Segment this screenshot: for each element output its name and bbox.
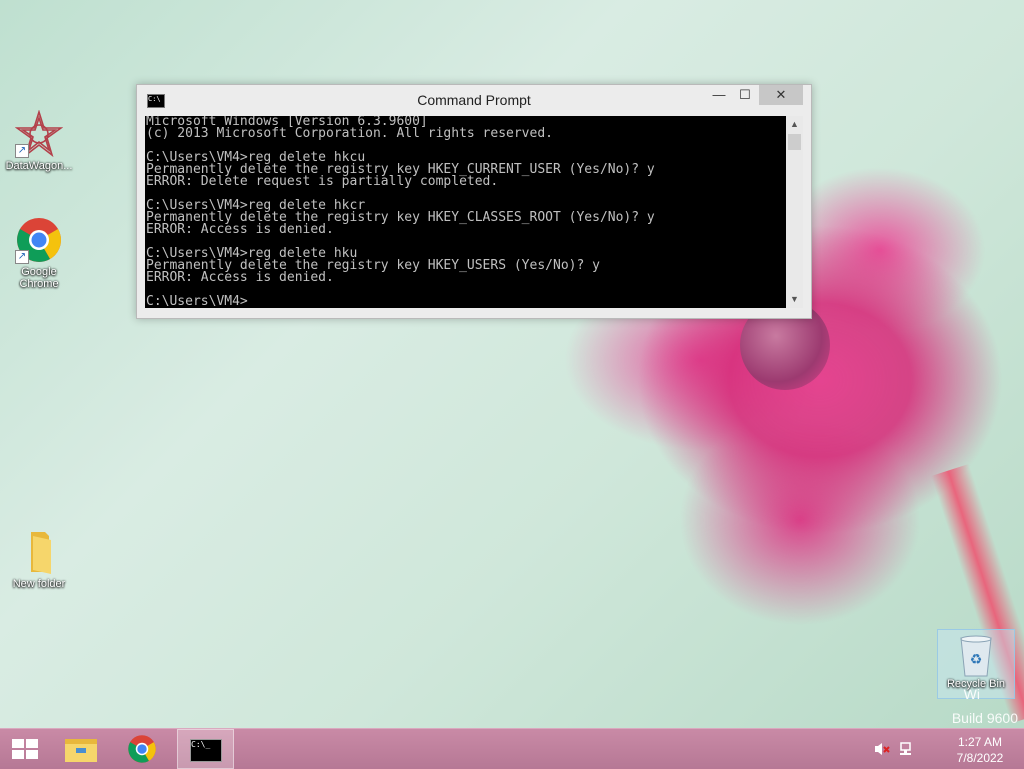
datawagon-icon: ↗ <box>14 109 64 158</box>
shortcut-arrow-icon: ↗ <box>15 144 29 158</box>
clock-date: 7/8/2022 <box>956 751 1004 765</box>
taskbar-file-explorer[interactable] <box>54 729 108 769</box>
recycle-bin-icon: ♻ <box>956 634 996 678</box>
scroll-thumb[interactable] <box>788 134 801 150</box>
desktop-icon-chrome[interactable]: ↗ Google Chrome <box>1 216 77 290</box>
console-line: ERROR: Access is denied. <box>146 270 334 285</box>
command-prompt-window[interactable]: C:\ Command Prompt — ☐ ✕ Microsoft Windo… <box>136 84 812 319</box>
taskbar-chrome[interactable] <box>116 729 170 769</box>
scroll-up-icon[interactable]: ▲ <box>786 116 803 133</box>
desktop-icon-label: Google Chrome <box>19 266 59 290</box>
console-scrollbar[interactable]: ▲ ▼ <box>786 116 803 308</box>
console-line: ERROR: Delete request is partially compl… <box>146 174 499 189</box>
desktop-icon-label: DataWagon... <box>5 160 73 172</box>
scroll-down-icon[interactable]: ▼ <box>786 291 803 308</box>
watermark-build: Build 9600 <box>951 710 1018 726</box>
window-titlebar[interactable]: C:\ Command Prompt — ☐ ✕ <box>137 85 811 115</box>
watermark-line1: Wi <box>963 686 980 702</box>
chrome-icon <box>128 735 156 763</box>
chrome-icon: ↗ <box>15 216 63 264</box>
windows-logo-icon <box>12 739 38 759</box>
command-prompt-icon: C:\_ <box>190 739 222 762</box>
console-line: (c) 2013 Microsoft Corporation. All righ… <box>146 126 553 141</box>
desktop-icon-label: New folder <box>12 578 66 590</box>
console-line: C:\Users\VM4> <box>146 294 248 308</box>
taskbar-command-prompt[interactable]: C:\_ <box>177 729 234 769</box>
taskbar-clock[interactable]: 1:27 AM 7/8/2022 <box>944 734 1016 766</box>
desktop-icon-new-folder[interactable]: New folder <box>1 528 77 590</box>
minimize-button[interactable]: — <box>707 85 731 105</box>
maximize-button[interactable]: ☐ <box>733 85 757 105</box>
shortcut-arrow-icon: ↗ <box>15 250 29 264</box>
taskbar: C:\_ <box>0 728 1024 769</box>
file-explorer-icon <box>65 739 97 762</box>
desktop-icon-datawagon[interactable]: ↗ DataWagon... <box>1 109 77 172</box>
clock-time: 1:27 AM <box>957 735 1003 749</box>
folder-icon <box>15 528 63 576</box>
volume-muted-icon[interactable] <box>874 741 890 760</box>
console-output[interactable]: Microsoft Windows [Version 6.3.9600] (c) … <box>145 116 787 308</box>
close-button[interactable]: ✕ <box>759 85 803 105</box>
console-line: ERROR: Access is denied. <box>146 222 334 237</box>
network-icon[interactable] <box>899 741 915 760</box>
start-button[interactable] <box>0 729 54 769</box>
svg-text:♻: ♻ <box>970 651 983 667</box>
